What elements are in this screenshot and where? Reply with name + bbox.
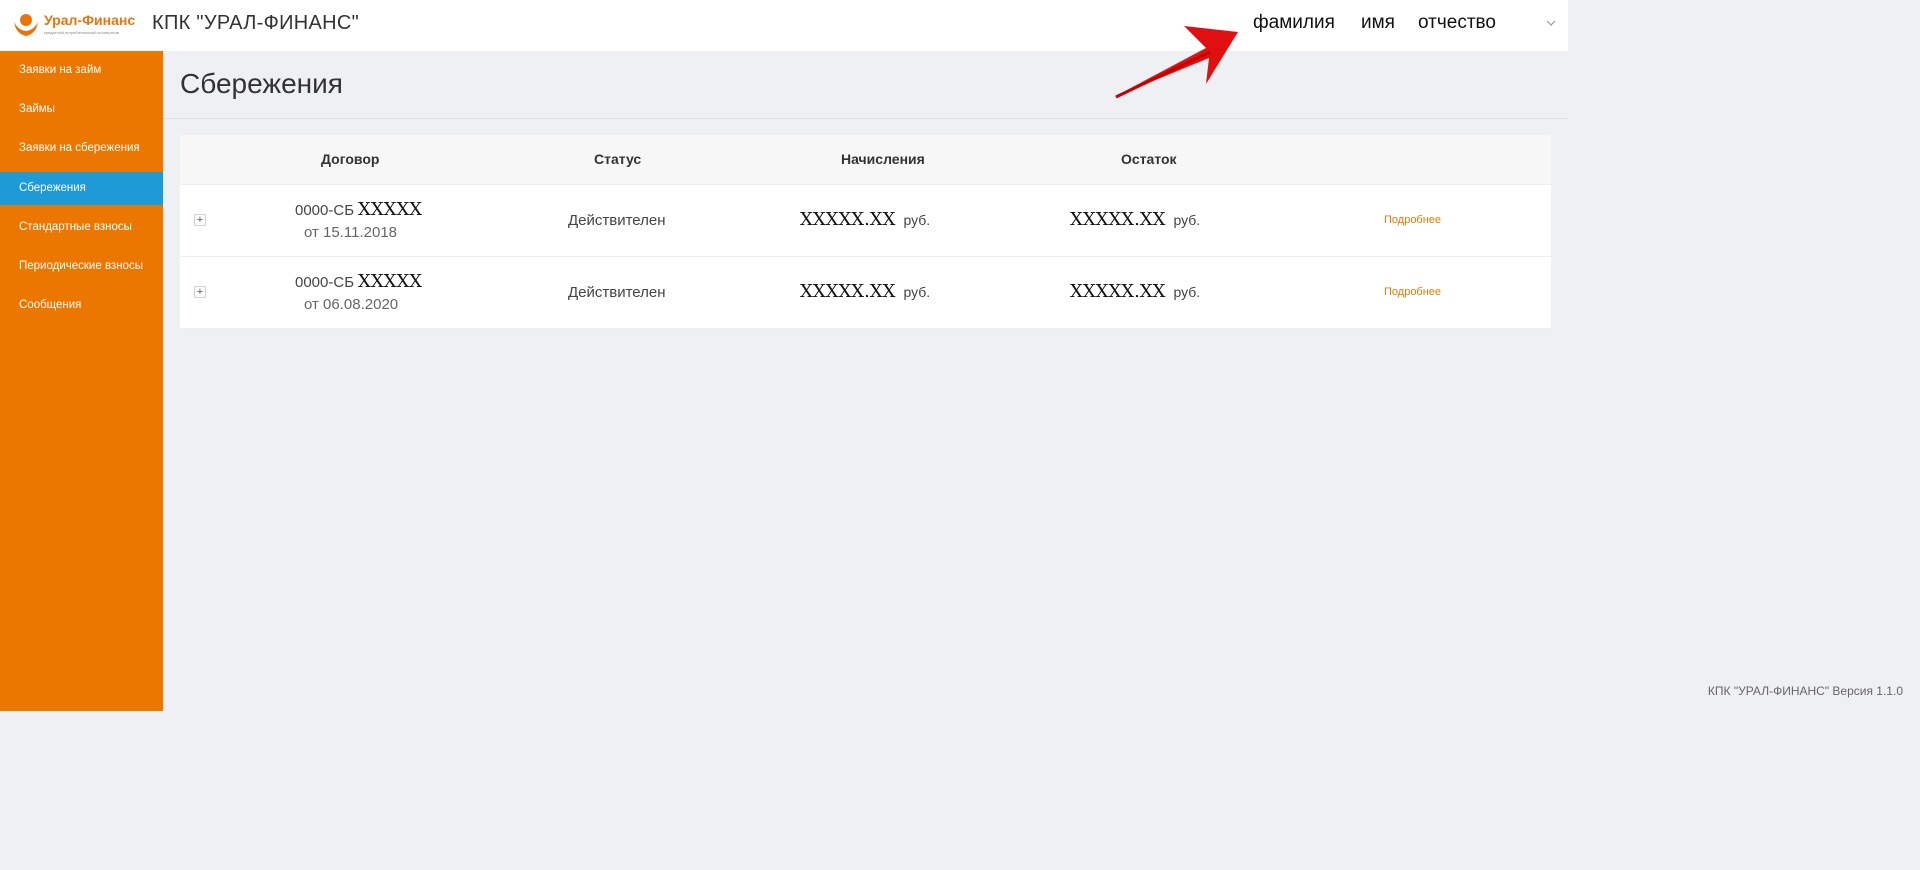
expand-row-button[interactable]: +	[194, 214, 206, 226]
column-header-status: Статус	[594, 151, 642, 167]
top-header: Урал-Финанс кредитный потребительский ко…	[0, 0, 1568, 51]
sidebar-item-loan-applications[interactable]: Заявки на займ	[0, 54, 163, 87]
title-divider	[163, 118, 1568, 119]
accrual-amount: XXXXX.XX руб.	[800, 281, 930, 302]
sidebar-item-periodic-contributions[interactable]: Периодические взносы	[0, 250, 163, 283]
app-title: КПК "УРАЛ-ФИНАНС"	[152, 12, 360, 34]
user-first-name[interactable]: имя	[1361, 12, 1395, 34]
balance-amount: XXXXX.XX руб.	[1070, 281, 1200, 302]
page-title: Сбережения	[180, 68, 343, 99]
contract-mask: XXXXX	[358, 199, 423, 220]
contract-prefix: 0000-СБ	[295, 274, 355, 291]
details-link[interactable]: Подробнее	[1384, 286, 1441, 298]
contract-number: 0000-СБ XXXXX	[295, 199, 422, 220]
balance-unit: руб.	[1173, 212, 1201, 228]
balance-value: XXXXX.XX	[1070, 209, 1166, 230]
sidebar: Заявки на займ Займы Заявки на сбережени…	[0, 51, 163, 711]
sidebar-item-savings-applications[interactable]: Заявки на сбережения	[0, 132, 163, 165]
table-row: + 0000-СБ XXXXX от 06.08.2020 Действителе…	[180, 257, 1551, 329]
footer-version: КПК "УРАЛ-ФИНАНС" Версия 1.1.0	[1707, 684, 1903, 698]
contract-date: от 15.11.2018	[304, 224, 398, 241]
table-header: Договор Статус Начисления Остаток	[180, 135, 1551, 185]
logo-hands-icon	[14, 14, 38, 36]
sidebar-item-loans[interactable]: Займы	[0, 93, 163, 126]
contract-mask: XXXXX	[358, 271, 423, 292]
balance-amount: XXXXX.XX руб.	[1070, 209, 1200, 230]
details-link[interactable]: Подробнее	[1384, 214, 1441, 226]
accrual-value: XXXXX.XX	[800, 281, 896, 302]
contract-date: от 06.08.2020	[304, 296, 399, 313]
column-header-accruals: Начисления	[841, 151, 925, 167]
column-header-contract: Договор	[321, 151, 380, 167]
user-last-name[interactable]: фамилия	[1253, 12, 1335, 34]
accrual-value: XXXXX.XX	[800, 209, 896, 230]
contract-number: 0000-СБ XXXXX	[295, 271, 422, 292]
accrual-amount: XXXXX.XX руб.	[800, 209, 930, 230]
balance-value: XXXXX.XX	[1070, 281, 1166, 302]
status-text: Действителен	[568, 284, 666, 301]
sidebar-item-standard-contributions[interactable]: Стандартные взносы	[0, 211, 163, 244]
column-header-balance: Остаток	[1121, 151, 1177, 167]
sidebar-item-savings[interactable]: Сбережения	[0, 172, 163, 205]
company-logo[interactable]: Урал-Финанс кредитный потребительский ко…	[12, 8, 136, 40]
chevron-down-icon[interactable]	[1544, 16, 1558, 30]
contract-prefix: 0000-СБ	[295, 202, 355, 219]
sidebar-item-messages[interactable]: Сообщения	[0, 289, 163, 322]
table-row: + 0000-СБ XXXXX от 15.11.2018 Действителе…	[180, 185, 1551, 257]
status-text: Действителен	[568, 212, 666, 229]
logo-text: Урал-Финанс	[44, 12, 136, 28]
accrual-unit: руб.	[903, 284, 931, 300]
user-patronymic[interactable]: отчество	[1418, 12, 1496, 34]
expand-row-button[interactable]: +	[194, 286, 206, 298]
balance-unit: руб.	[1173, 284, 1201, 300]
savings-table: Договор Статус Начисления Остаток + 0000…	[180, 135, 1551, 329]
logo-subtext: кредитный потребительский кооператив	[44, 30, 119, 35]
accrual-unit: руб.	[903, 212, 931, 228]
